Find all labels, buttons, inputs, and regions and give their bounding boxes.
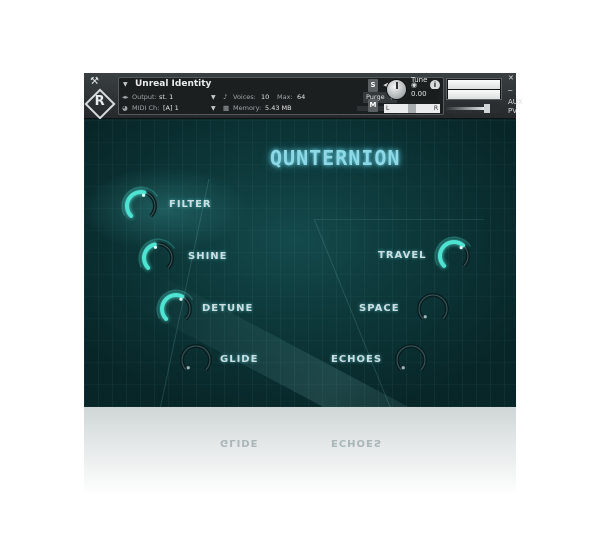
aux-label[interactable]: AUX [508,98,523,106]
space-knob-ring [418,294,448,320]
rigid-audio-logo: R [84,88,116,120]
voices-label: Voices: [233,93,256,101]
floor-reflection: GLIDE ECHOES [84,407,516,517]
midi-channel-label: MIDI Ch: [132,104,160,112]
memory-value: 5.43 MB [265,104,292,112]
memory-icon: ▩ [223,104,230,112]
shine-knob-value-arc [142,242,157,270]
tune-knob[interactable] [386,79,407,100]
midi-icon: ◕ [122,104,128,112]
max-voices-value[interactable]: 64 [297,93,305,101]
close-icon[interactable]: ✕ [508,74,514,82]
pv-label[interactable]: PV [508,107,517,115]
output-label: Output: [132,93,157,101]
glide-label: GLIDE [220,354,259,365]
space-knob[interactable] [413,289,453,329]
detune-knob-graphic [156,289,194,321]
travel-knob-pointer [459,246,463,250]
voices-value: 10 [261,93,270,101]
pan-slider-thumb[interactable] [408,104,416,113]
pan-right-label: R [433,105,438,112]
filter-knob-value-arc [125,190,147,218]
detune-knob[interactable] [156,289,196,329]
wrench-icon[interactable]: ⚒ [90,76,116,87]
max-label: Max: [277,93,293,101]
instrument-header: ⚒ R ▼ Unreal Identity ◀ ▶ ◉ i ◂▸ Output:… [84,73,523,120]
echoes-label: ECHOES [331,354,383,365]
meter-left [448,80,500,89]
filter-knob[interactable] [121,186,161,226]
product-title-logo: QUNTERNION [270,146,401,170]
dropdown-caret-icon[interactable]: ▼ [123,81,128,88]
space-label: SPACE [359,303,400,314]
detune-knob-value-arc [160,293,185,321]
volume-slider[interactable] [446,104,502,113]
shine-label: SHINE [188,251,228,262]
shine-knob-graphic [138,238,176,270]
output-dropdown-icon[interactable]: ▼ [211,94,216,101]
detune-knob-pointer [179,297,183,301]
glide-knob-graphic [180,344,212,372]
echoes-knob-graphic [395,344,427,372]
meter-right [448,90,500,99]
solo-button[interactable]: S [368,79,378,92]
memory-label: Memory: [233,104,262,112]
output-level-meters [446,78,502,100]
instrument-main-panel: QUNTERNION FILTER SHINE DETUNE GLIDE TRA… [84,119,516,407]
pan-left-label: L [386,105,390,112]
mute-button[interactable]: M [368,99,378,112]
tune-label: Tune [411,76,428,84]
output-arrow-icon: ◂▸ [122,93,129,101]
reflection-echoes-label: ECHOES [331,437,383,448]
reflection-glide-label: GLIDE [220,437,259,448]
shine-knob[interactable] [138,238,178,278]
travel-knob[interactable] [434,236,474,276]
detune-label: DETUNE [202,303,254,314]
glide-knob-ring [181,345,211,371]
voices-icon: ♪ [223,93,228,101]
travel-label: TRAVEL [378,250,427,261]
midi-dropdown-icon[interactable]: ▼ [211,105,216,112]
travel-knob-value-arc [438,239,466,268]
filter-label: FILTER [169,199,212,210]
volume-slider-fill [446,107,486,110]
filter-knob-pointer [141,193,146,197]
volume-slider-thumb[interactable] [484,104,490,113]
glide-knob-pointer [186,366,190,370]
echoes-knob[interactable] [391,340,431,380]
shine-knob-pointer [153,245,158,249]
pan-slider[interactable]: L R [384,104,440,113]
space-knob-graphic [417,293,449,321]
filter-knob-graphic [121,186,159,218]
echoes-knob-pointer [401,366,405,370]
space-knob-pointer [423,315,427,319]
instrument-name[interactable]: Unreal Identity [135,79,211,89]
midi-channel-value[interactable]: [A] 1 [163,104,179,112]
travel-knob-graphic [434,236,472,268]
echoes-knob-ring [396,345,426,371]
minimize-icon[interactable]: ─ [508,87,512,95]
glide-knob[interactable] [176,340,216,380]
output-value[interactable]: st. 1 [159,93,173,101]
tune-value[interactable]: 0.00 [408,89,438,100]
